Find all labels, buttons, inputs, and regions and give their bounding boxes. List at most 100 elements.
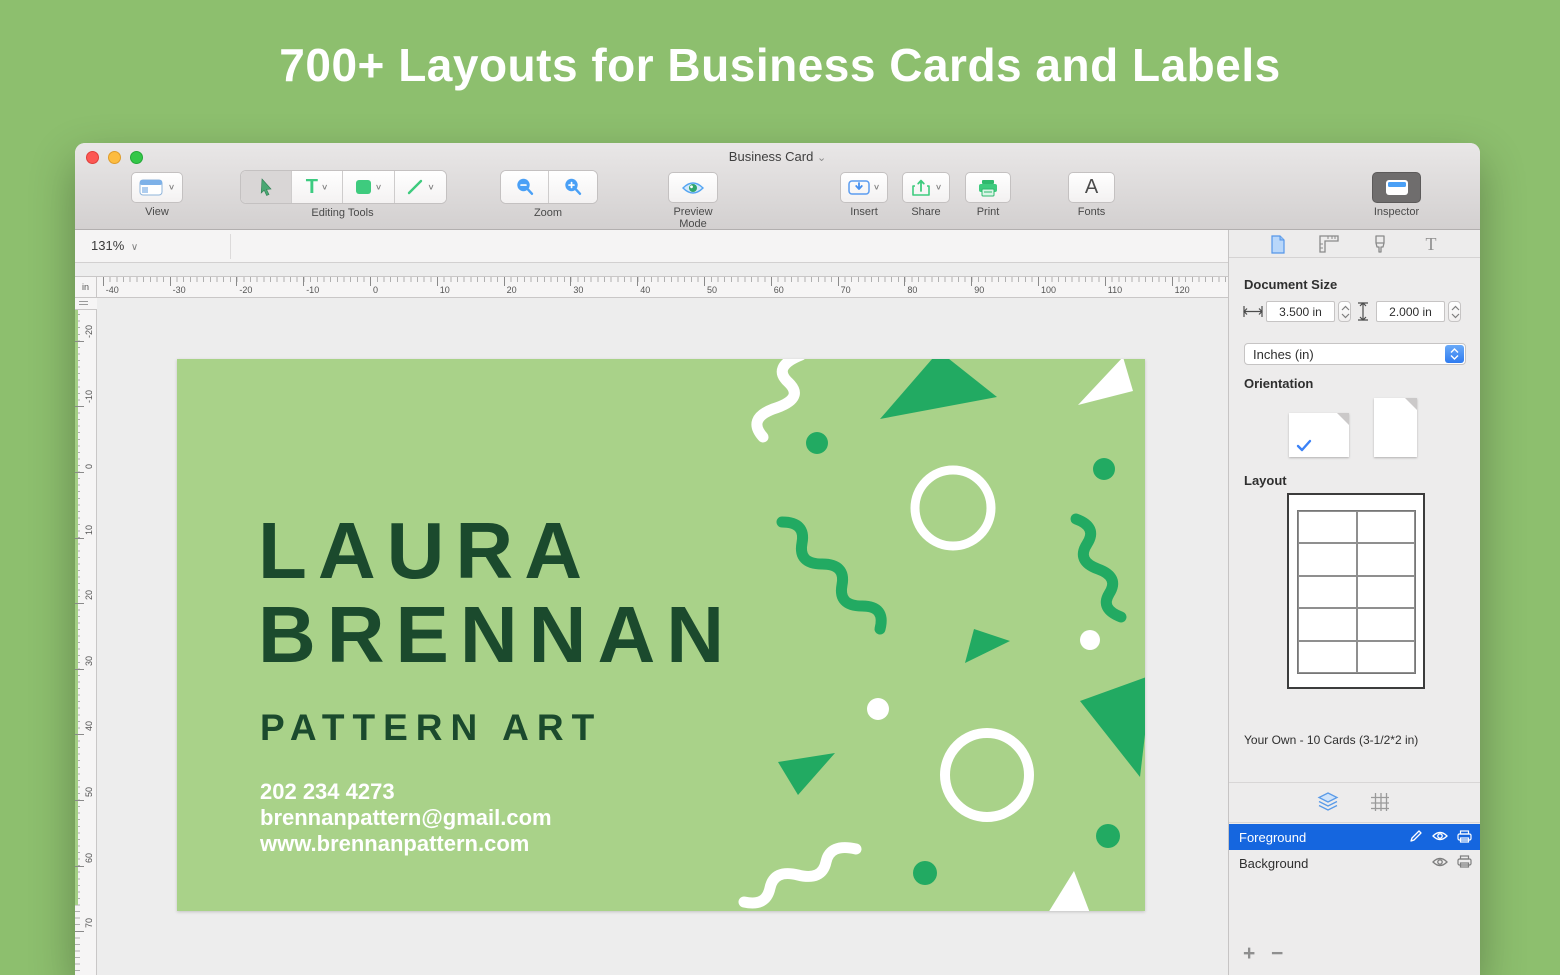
document-height-field[interactable]: 2.000 in bbox=[1376, 301, 1445, 322]
edit-pencil-icon[interactable] bbox=[1409, 829, 1423, 843]
ruler-label: 110 bbox=[1108, 285, 1122, 295]
eye-icon bbox=[681, 180, 705, 196]
ruler-major-tick bbox=[75, 603, 84, 604]
height-icon bbox=[1356, 302, 1370, 321]
shape-tool-button[interactable]: ∨ bbox=[343, 171, 395, 203]
zoom-in-button[interactable] bbox=[549, 171, 597, 203]
layer-print-icon[interactable] bbox=[1457, 855, 1472, 868]
zoom-in-icon bbox=[563, 177, 583, 197]
layer-row-foreground[interactable]: Foreground bbox=[1229, 824, 1480, 850]
layout-cell bbox=[1298, 641, 1357, 673]
ruler-label: -30 bbox=[173, 285, 186, 295]
ruler-label: -10 bbox=[306, 285, 319, 295]
inspector-panel: T Document Size 3.500 in 2.000 in Inches… bbox=[1228, 230, 1480, 975]
preview-mode-label: Preview Mode bbox=[668, 206, 718, 230]
layout-cell bbox=[1298, 608, 1357, 640]
ruler-label: -20 bbox=[84, 325, 94, 338]
layers-tab[interactable] bbox=[1313, 790, 1343, 814]
window-title[interactable]: Business Card ⌄ bbox=[75, 149, 1480, 164]
layout-cell bbox=[1298, 511, 1357, 543]
ruler-major-tick bbox=[75, 734, 84, 735]
remove-layer-button[interactable]: − bbox=[1271, 942, 1283, 966]
card-phone: 202 234 4273 bbox=[260, 779, 552, 805]
dropdown-arrows-icon bbox=[1445, 345, 1464, 363]
ruler-major-tick bbox=[1105, 277, 1106, 286]
inspector-toggle-button[interactable] bbox=[1372, 172, 1421, 203]
fonts-icon: A bbox=[1085, 176, 1098, 199]
ruler-major-tick bbox=[570, 277, 571, 286]
view-button[interactable]: ∨ bbox=[131, 172, 183, 203]
page-fold-corner bbox=[1405, 398, 1417, 410]
grid-tab[interactable] bbox=[1365, 790, 1395, 814]
ruler-major-tick bbox=[437, 277, 438, 286]
select-tool-button[interactable] bbox=[241, 171, 292, 203]
ruler-major-tick bbox=[637, 277, 638, 286]
tab-text[interactable]: T bbox=[1417, 233, 1445, 255]
ruler-major-tick bbox=[75, 472, 84, 473]
card-contact-text[interactable]: 202 234 4273 brennanpattern@gmail.com ww… bbox=[260, 779, 552, 857]
orientation-heading: Orientation bbox=[1244, 376, 1313, 391]
chevron-down-icon: ∨ bbox=[427, 183, 434, 192]
document-canvas[interactable]: LAURABRENNAN PATTERN ART 202 234 4273 br… bbox=[97, 298, 1228, 975]
zoom-bar: 131% ∨ bbox=[75, 230, 1228, 263]
ruler-major-tick bbox=[1172, 277, 1173, 286]
ruler-label: 80 bbox=[907, 285, 917, 295]
text-tool-button[interactable]: T ∨ bbox=[292, 171, 343, 203]
tab-appearance[interactable] bbox=[1366, 233, 1394, 255]
layout-preview[interactable] bbox=[1287, 493, 1425, 689]
layer-visibility-icon[interactable] bbox=[1432, 830, 1448, 842]
ruler-origin-button[interactable] bbox=[75, 298, 97, 310]
ruler-label: 20 bbox=[84, 590, 94, 600]
share-button[interactable]: ∨ bbox=[902, 172, 950, 203]
add-layer-button[interactable]: + bbox=[1243, 942, 1255, 966]
chevron-down-icon: ∨ bbox=[168, 183, 175, 192]
business-card[interactable]: LAURABRENNAN PATTERN ART 202 234 4273 br… bbox=[177, 359, 1145, 911]
fonts-button[interactable]: A bbox=[1068, 172, 1115, 203]
insert-button[interactable]: ∨ bbox=[840, 172, 888, 203]
view-icon bbox=[139, 179, 165, 196]
promo-banner-title: 700+ Layouts for Business Cards and Labe… bbox=[0, 38, 1560, 92]
ruler-major-tick bbox=[75, 800, 84, 801]
ruler-major-tick bbox=[75, 406, 84, 407]
tab-document[interactable] bbox=[1264, 233, 1292, 255]
ruler-label: 50 bbox=[84, 787, 94, 797]
inspector-tab-bar: T bbox=[1229, 230, 1480, 258]
insert-label: Insert bbox=[840, 206, 888, 218]
zoom-out-button[interactable] bbox=[501, 171, 549, 203]
orientation-landscape-option[interactable] bbox=[1289, 413, 1349, 457]
layout-cell bbox=[1357, 576, 1416, 608]
ruler-label: 10 bbox=[440, 285, 450, 295]
preview-mode-button[interactable] bbox=[668, 172, 718, 203]
height-stepper[interactable] bbox=[1448, 301, 1461, 322]
layer-visibility-icon[interactable] bbox=[1432, 856, 1448, 868]
orientation-portrait-option[interactable] bbox=[1374, 398, 1417, 457]
corner-ruler-icon bbox=[1319, 235, 1339, 253]
text-tool-icon: T bbox=[306, 176, 318, 199]
width-stepper[interactable] bbox=[1338, 301, 1351, 322]
ruler-label: 100 bbox=[1041, 285, 1056, 295]
units-dropdown[interactable]: Inches (in) bbox=[1244, 343, 1466, 365]
ruler-major-tick bbox=[771, 277, 772, 286]
card-name-text[interactable]: LAURABRENNAN bbox=[258, 509, 735, 677]
ruler-label: 70 bbox=[841, 285, 851, 295]
zoom-level-control[interactable]: 131% ∨ bbox=[91, 238, 138, 253]
ruler-major-tick bbox=[236, 277, 237, 286]
document-width-field[interactable]: 3.500 in bbox=[1266, 301, 1335, 322]
ruler-label: 90 bbox=[974, 285, 984, 295]
layout-grid bbox=[1297, 510, 1416, 674]
line-tool-button[interactable]: ∨ bbox=[395, 171, 446, 203]
print-button[interactable] bbox=[965, 172, 1011, 203]
titlebar-toolbar: Business Card ⌄ ∨ View bbox=[75, 143, 1480, 230]
inspector-label: Inspector bbox=[1372, 206, 1421, 218]
layer-row-background[interactable]: Background bbox=[1229, 850, 1480, 876]
chevron-down-icon: ∨ bbox=[873, 183, 880, 192]
ruler-unit-corner[interactable]: in bbox=[75, 276, 97, 298]
ruler-major-tick bbox=[75, 866, 84, 867]
card-subtitle-text[interactable]: PATTERN ART bbox=[260, 707, 602, 749]
layer-print-icon[interactable] bbox=[1457, 830, 1472, 843]
layout-cell bbox=[1298, 576, 1357, 608]
tab-rulers[interactable] bbox=[1315, 233, 1343, 255]
layout-cell bbox=[1298, 543, 1357, 575]
insert-icon bbox=[848, 179, 870, 196]
ruler-page-extent-highlight bbox=[75, 310, 78, 905]
